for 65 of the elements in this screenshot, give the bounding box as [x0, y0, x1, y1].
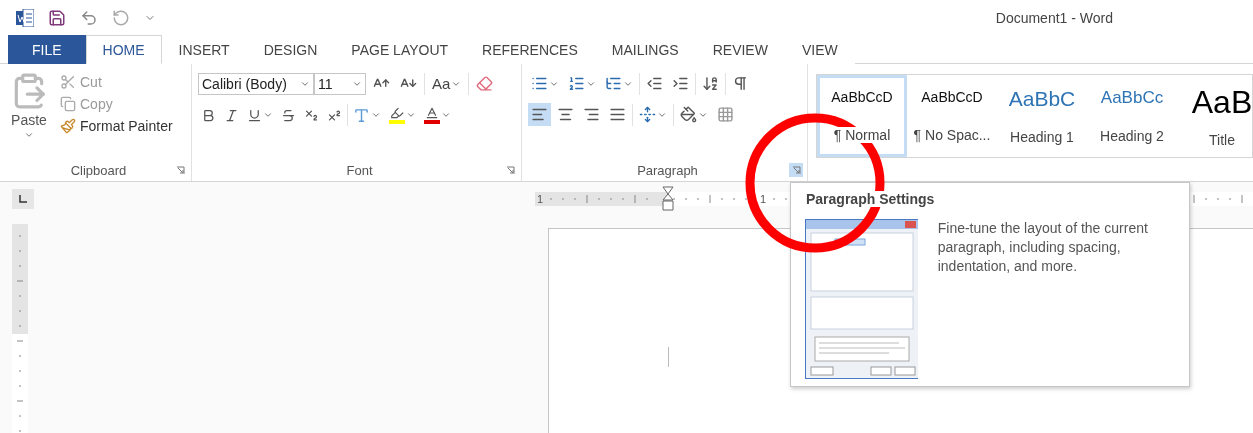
dialog-launcher-icon[interactable]	[789, 163, 803, 177]
multilevel-list-icon	[605, 75, 622, 92]
caret-icon	[441, 110, 451, 120]
align-left-icon	[531, 106, 548, 123]
bold-icon	[201, 107, 216, 123]
group-label: Paragraph	[637, 162, 698, 178]
italic-icon	[224, 107, 239, 123]
file-tab[interactable]: FILE	[8, 35, 86, 64]
ribbon-tab[interactable]: HOME	[85, 35, 162, 64]
sort-icon	[702, 75, 719, 92]
caret-icon	[406, 110, 416, 120]
undo-icon[interactable]	[80, 8, 98, 27]
ruler-number: 1	[758, 193, 767, 205]
style-name: ¶ No Spac...	[912, 127, 992, 143]
decrease-indent-icon	[646, 75, 663, 92]
align-justify-icon	[609, 106, 626, 123]
group-label: Font	[346, 162, 373, 178]
style-preview: AaB	[1191, 83, 1252, 121]
line-spacing-icon	[639, 106, 656, 123]
style-preview: AaBbC	[1008, 87, 1076, 111]
highlighter-icon	[389, 106, 405, 124]
style-preview: AaBbCcD	[921, 89, 983, 105]
font-name-dropdown[interactable]: Calibri (Body)	[198, 72, 314, 95]
bullet-list-icon	[531, 75, 548, 92]
caret-icon	[24, 130, 34, 140]
underline-icon	[247, 107, 262, 123]
align-center-icon	[557, 106, 574, 123]
indent-marker-icon[interactable]	[661, 186, 675, 212]
text-effects-icon	[353, 106, 370, 124]
style-preview: AaBbCcD	[831, 89, 893, 105]
scissors-icon	[60, 74, 76, 90]
save-icon[interactable]	[48, 8, 66, 27]
copy-icon	[60, 96, 76, 112]
align-right-icon	[583, 106, 600, 123]
style-name: Heading 2	[1099, 128, 1165, 144]
style-name: Heading 1	[1009, 129, 1075, 145]
app-logo-icon[interactable]	[16, 8, 34, 27]
tab-stop-icon	[19, 195, 27, 203]
eraser-icon	[476, 75, 494, 92]
ruler-number: 1	[536, 193, 545, 205]
tooltip-description: Fine-tune the layout of the current paragraph, including spacing, indentation, and more.	[937, 219, 1149, 276]
align-left-button[interactable]	[528, 103, 551, 126]
text-cursor	[668, 347, 669, 367]
caret-icon	[263, 110, 273, 120]
increase-indent-icon	[672, 75, 689, 92]
tooltip-title: Paragraph Settings	[805, 191, 936, 207]
tab-selector[interactable]	[12, 189, 34, 209]
style-gallery-item[interactable]: AaBbCcD ¶ Normal	[817, 75, 907, 157]
font-size-dropdown[interactable]: 11	[314, 72, 366, 95]
subscript-icon	[304, 107, 319, 123]
pilcrow-icon	[732, 75, 749, 92]
borders-icon	[717, 106, 734, 123]
numbered-list-icon	[568, 75, 585, 92]
group-label: Clipboard	[70, 162, 127, 178]
style-name: ¶ Normal	[832, 127, 892, 143]
strikethrough-icon	[281, 107, 296, 123]
paintbrush-icon	[60, 118, 76, 134]
change-case-button[interactable]: Aa	[429, 72, 465, 95]
font-color-icon	[424, 106, 440, 124]
superscript-icon	[327, 107, 342, 123]
paint-bucket-icon	[680, 106, 697, 123]
window-title: Document1 - Word	[995, 9, 1113, 26]
format-painter-button[interactable]: Format Painter	[58, 116, 175, 136]
caret-icon	[371, 110, 381, 120]
style-preview: AaBbCc	[1100, 88, 1164, 108]
